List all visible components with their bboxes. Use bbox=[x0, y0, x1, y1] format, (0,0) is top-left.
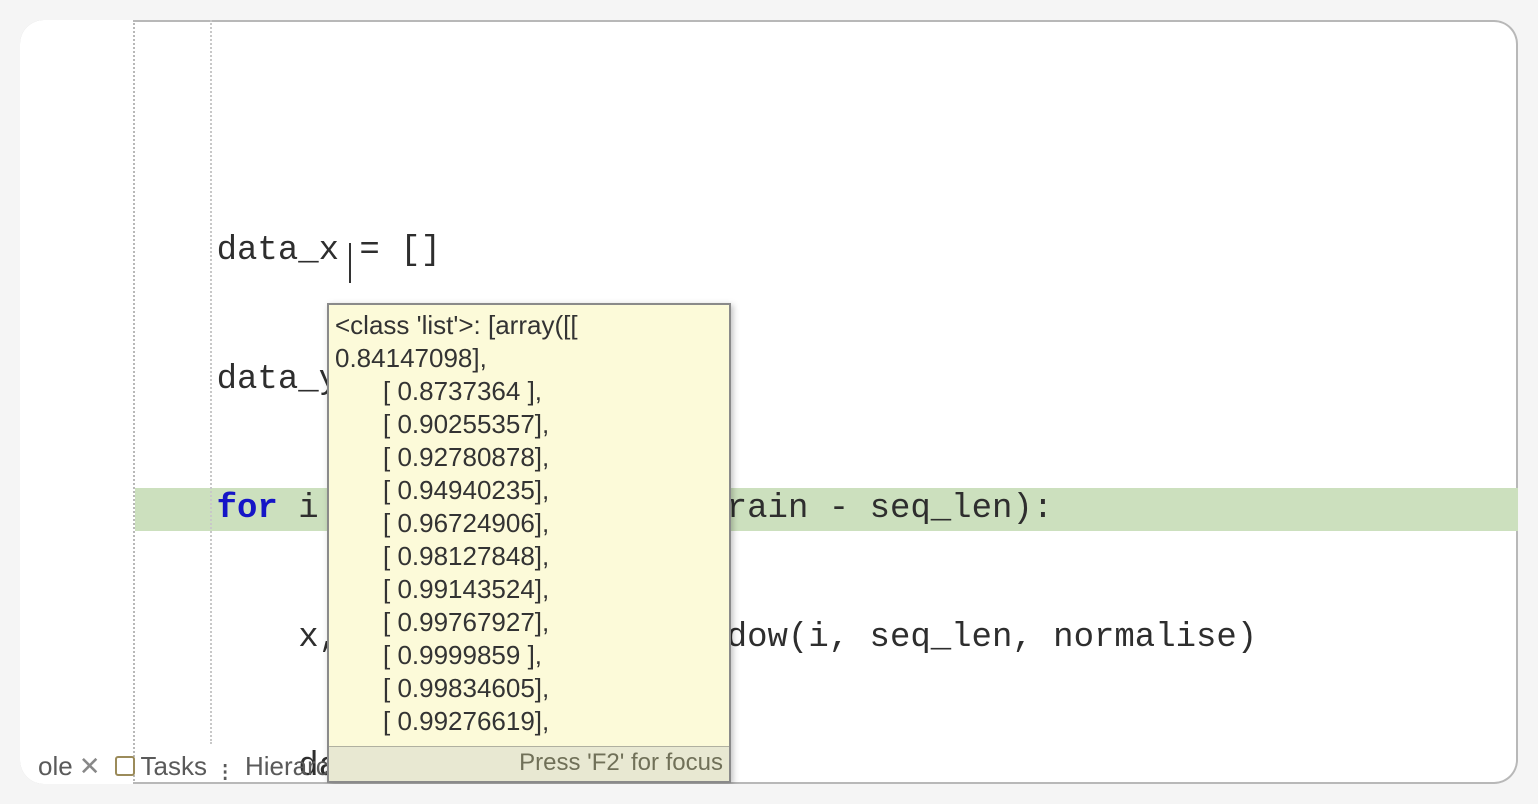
tooltip-value-row: [ 0.94940235], bbox=[333, 474, 725, 507]
tooltip-value-row: [ 0.99834605], bbox=[333, 672, 725, 705]
debug-hover-tooltip[interactable]: <class 'list'>: [array([[ 0.84147098], [… bbox=[327, 303, 731, 783]
keyword-for: for bbox=[217, 490, 278, 528]
tab-console[interactable]: ole ✕ bbox=[38, 751, 101, 782]
tooltip-value-row: [ 0.98127848], bbox=[333, 540, 725, 573]
tooltip-value-row: [ 0.8737364 ], bbox=[333, 375, 725, 408]
tooltip-body: <class 'list'>: [array([[ 0.84147098], [… bbox=[329, 305, 729, 746]
tooltip-value-header: <class 'list'>: [array([[ 0.84147098], bbox=[333, 309, 725, 375]
tasks-icon bbox=[115, 756, 135, 776]
tab-label: Tasks bbox=[141, 751, 207, 782]
tooltip-value-row: [ 0.92780878], bbox=[333, 441, 725, 474]
tooltip-footer: Press 'F2' for focus bbox=[329, 746, 729, 781]
tooltip-value-row: [ 0.90255357], bbox=[333, 408, 725, 441]
tab-tasks[interactable]: Tasks bbox=[115, 751, 207, 782]
text-cursor bbox=[349, 243, 351, 283]
tooltip-value-row: [ 0.96724906], bbox=[333, 507, 725, 540]
code-line: data_x = [] bbox=[135, 230, 1518, 273]
gutter bbox=[20, 20, 135, 784]
tooltip-value-row: [ 0.99143524], bbox=[333, 573, 725, 606]
indent-guide bbox=[210, 20, 212, 744]
tab-label: ole bbox=[38, 751, 73, 782]
tooltip-value-row: [ 0.99767927], bbox=[333, 606, 725, 639]
close-icon[interactable]: ✕ bbox=[79, 751, 101, 782]
tooltip-value-row: [ 0.9999859 ], bbox=[333, 639, 725, 672]
editor-frame: data_x = [] data_y = [] for i in range(s… bbox=[20, 20, 1518, 784]
tooltip-value-row: [ 0.99276619], bbox=[333, 705, 725, 738]
hierarchy-icon: ⁝₀ bbox=[221, 757, 239, 775]
